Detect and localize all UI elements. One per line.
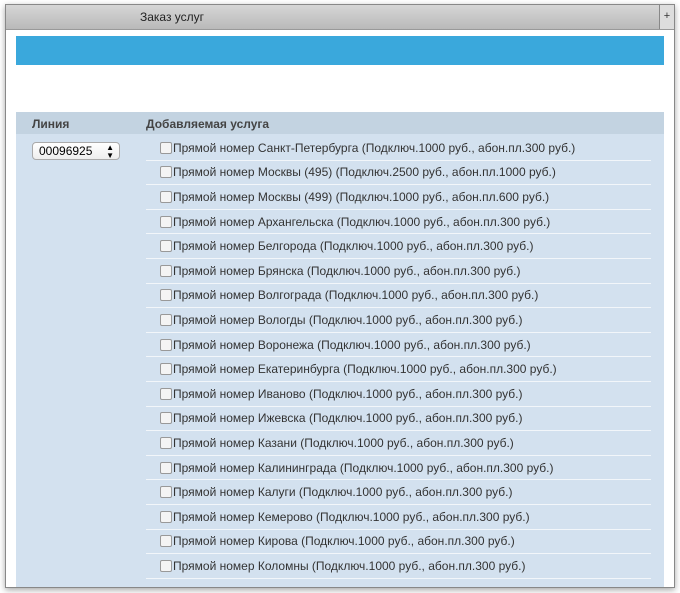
service-row: Прямой номер Кирова (Подключ.1000 руб., … [146, 530, 651, 555]
service-row: Прямой номер Казани (Подключ.1000 руб., … [146, 431, 651, 456]
service-label[interactable]: Прямой номер Казани (Подключ.1000 руб., … [173, 436, 514, 450]
service-checkbox[interactable] [160, 363, 172, 376]
services-table: Линия Добавляемая услуга 00096925 ▲ ▼ Пря… [16, 112, 664, 587]
service-checkbox[interactable] [160, 535, 172, 548]
header-banner [16, 36, 664, 65]
service-checkbox[interactable] [160, 141, 172, 154]
service-label[interactable]: Прямой номер Кирова (Подключ.1000 руб., … [173, 534, 515, 548]
service-checkbox[interactable] [160, 240, 172, 253]
select-arrows-icon: ▲ ▼ [106, 143, 114, 160]
column-header-line: Линия [32, 117, 70, 131]
service-label[interactable]: Прямой номер Москвы (499) (Подключ.1000 … [173, 190, 549, 204]
service-row: Прямой номер Архангельска (Подключ.1000 … [146, 210, 651, 235]
line-select[interactable]: 00096925 ▲ ▼ [32, 142, 120, 160]
column-header-service: Добавляемая услуга [146, 117, 270, 131]
service-checkbox[interactable] [160, 215, 172, 228]
service-label[interactable]: Прямой номер Иваново (Подключ.1000 руб.,… [173, 387, 523, 401]
service-row: Прямой номер Москвы (495) (Подключ.2500 … [146, 161, 651, 186]
service-checkbox[interactable] [160, 461, 172, 474]
service-checkbox[interactable] [160, 264, 172, 277]
service-row: Прямой номер Кемерово (Подключ.1000 руб.… [146, 505, 651, 530]
service-checkbox[interactable] [160, 436, 172, 449]
service-label[interactable]: Прямой номер Вологды (Подключ.1000 руб.,… [173, 313, 522, 327]
window-title: Заказ услуг [140, 10, 205, 24]
service-row: Прямой номер Коломны (Подключ.1000 руб.,… [146, 554, 651, 579]
service-label[interactable]: Прямой номер Екатеринбурга (Подключ.1000… [173, 362, 557, 376]
service-label[interactable]: Прямой номер Москвы (495) (Подключ.2500 … [173, 165, 556, 179]
service-checkbox[interactable] [160, 559, 172, 572]
service-list: Прямой номер Санкт-Петербурга (Подключ.1… [146, 136, 651, 579]
service-row: Прямой номер Москвы (499) (Подключ.1000 … [146, 185, 651, 210]
service-label[interactable]: Прямой номер Коломны (Подключ.1000 руб.,… [173, 559, 525, 573]
table-header: Линия Добавляемая услуга [16, 112, 664, 134]
service-row: Прямой номер Иваново (Подключ.1000 руб.,… [146, 382, 651, 407]
service-label[interactable]: Прямой номер Брянска (Подключ.1000 руб.,… [173, 264, 520, 278]
service-checkbox[interactable] [160, 190, 172, 203]
service-label[interactable]: Прямой номер Белгорода (Подключ.1000 руб… [173, 239, 533, 253]
line-select-value: 00096925 [39, 144, 93, 158]
service-checkbox[interactable] [160, 486, 172, 499]
service-label[interactable]: Прямой номер Санкт-Петербурга (Подключ.1… [173, 141, 575, 155]
service-label[interactable]: Прямой номер Ижевска (Подключ.1000 руб.,… [173, 411, 523, 425]
service-row: Прямой номер Белгорода (Подключ.1000 руб… [146, 234, 651, 259]
service-row: Прямой номер Калининграда (Подключ.1000 … [146, 456, 651, 481]
service-label[interactable]: Прямой номер Кемерово (Подключ.1000 руб.… [173, 510, 530, 524]
service-row: Прямой номер Вологды (Подключ.1000 руб.,… [146, 308, 651, 333]
service-row: Прямой номер Брянска (Подключ.1000 руб.,… [146, 259, 651, 284]
plus-icon[interactable]: + [659, 5, 674, 29]
service-checkbox[interactable] [160, 289, 172, 302]
service-checkbox[interactable] [160, 510, 172, 523]
service-checkbox[interactable] [160, 387, 172, 400]
service-checkbox[interactable] [160, 313, 172, 326]
service-checkbox[interactable] [160, 412, 172, 425]
service-row: Прямой номер Волгограда (Подключ.1000 ру… [146, 284, 651, 309]
service-label[interactable]: Прямой номер Архангельска (Подключ.1000 … [173, 215, 550, 229]
service-row: Прямой номер Екатеринбурга (Подключ.1000… [146, 357, 651, 382]
service-label[interactable]: Прямой номер Волгограда (Подключ.1000 ру… [173, 288, 538, 302]
service-label[interactable]: Прямой номер Воронежа (Подключ.1000 руб.… [173, 338, 531, 352]
service-checkbox[interactable] [160, 166, 172, 179]
service-row: Прямой номер Ижевска (Подключ.1000 руб.,… [146, 407, 651, 432]
service-row: Прямой номер Санкт-Петербурга (Подключ.1… [146, 136, 651, 161]
service-checkbox[interactable] [160, 338, 172, 351]
window-titlebar: Заказ услуг + [6, 5, 674, 30]
service-label[interactable]: Прямой номер Калуги (Подключ.1000 руб., … [173, 485, 513, 499]
service-label[interactable]: Прямой номер Калининграда (Подключ.1000 … [173, 461, 553, 475]
order-services-window: Заказ услуг + Линия Добавляемая услуга 0… [5, 4, 675, 588]
service-row: Прямой номер Воронежа (Подключ.1000 руб.… [146, 333, 651, 358]
service-row: Прямой номер Калуги (Подключ.1000 руб., … [146, 480, 651, 505]
